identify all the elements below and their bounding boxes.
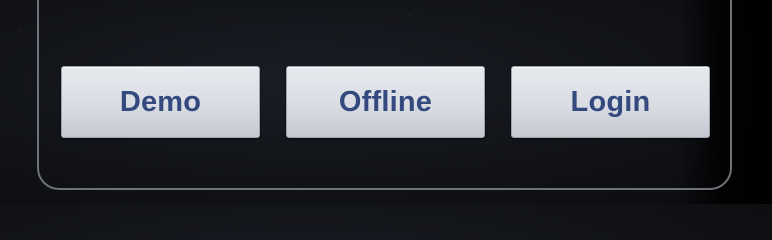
login-button-label: Login (570, 85, 651, 118)
login-button[interactable]: Login (511, 66, 710, 138)
offline-button-label: Offline (338, 85, 433, 118)
action-button-row: Demo Offline Login (61, 66, 710, 138)
demo-button-label: Demo (119, 85, 202, 118)
demo-button[interactable]: Demo (61, 66, 260, 138)
offline-button[interactable]: Offline (286, 66, 485, 138)
